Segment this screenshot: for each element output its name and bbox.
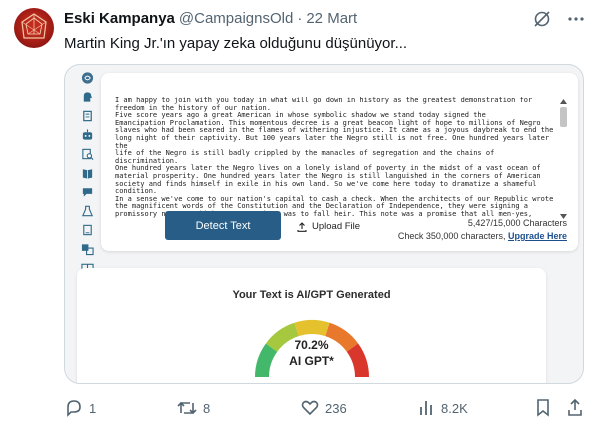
check-characters-line: Check 350,000 characters, Upgrade Here — [398, 231, 567, 241]
search-document-icon[interactable] — [81, 147, 94, 161]
check-characters-text: Check 350,000 characters, — [397, 231, 506, 241]
document-icon[interactable] — [81, 109, 94, 123]
ai-percentage: 70.2% — [294, 338, 329, 352]
translate-icon[interactable] — [81, 242, 94, 256]
like-action[interactable]: 236 — [300, 398, 347, 418]
bookmark-icon — [537, 399, 549, 417]
avatar[interactable] — [14, 8, 54, 48]
result-title: Your Text is AI/GPT Generated — [232, 289, 391, 301]
like-count: 236 — [325, 400, 347, 416]
essay-textbox[interactable]: I am happy to join with you today in wha… — [101, 73, 578, 251]
result-card: Your Text is AI/GPT Generated 70.2% AI G… — [77, 268, 546, 383]
reply-icon — [67, 400, 81, 417]
chat-icon[interactable] — [81, 185, 94, 199]
retweet-icon — [177, 401, 197, 415]
author-handle[interactable]: @CampaignsOld — [179, 10, 293, 27]
share-icon — [568, 398, 582, 416]
tweet-top-actions — [532, 9, 586, 34]
retweet-count: 8 — [203, 400, 211, 416]
upload-icon — [297, 221, 307, 232]
tweet-date[interactable]: 22 Mart — [306, 10, 357, 27]
tweet-header: Eski Kampanya @CampaignsOld · 22 Mart — [64, 10, 357, 27]
upload-file-button[interactable]: Upload File — [297, 221, 360, 232]
book-icon[interactable] — [81, 166, 94, 180]
separator-dot: · — [297, 10, 303, 27]
avatar-image — [21, 13, 47, 39]
author-name[interactable]: Eski Kampanya — [64, 10, 175, 27]
more-icon[interactable] — [566, 9, 586, 34]
upload-file-label: Upload File — [312, 221, 361, 232]
gauge-segment — [294, 320, 330, 337]
bookmark-action[interactable] — [534, 398, 552, 418]
views-count: 8.2K — [441, 400, 468, 416]
reply-count: 1 — [89, 400, 97, 416]
retweet-action[interactable]: 8 — [176, 398, 210, 418]
tweet-text: Martin King Jr.'ın yapay zeka olduğunu d… — [64, 35, 408, 52]
tweet-media-screenshot[interactable]: I am happy to join with you today in wha… — [64, 64, 584, 384]
reply-action[interactable]: 1 — [64, 398, 96, 418]
tool-sidebar — [75, 71, 99, 275]
grok-icon[interactable] — [532, 9, 552, 34]
tweet-action-bar: 1 8 236 8.2K — [64, 396, 586, 420]
detect-text-button[interactable]: Detect Text — [165, 211, 281, 240]
brain-icon[interactable] — [81, 71, 94, 85]
views-icon — [420, 401, 432, 415]
upgrade-link[interactable]: Upgrade Here — [508, 231, 567, 241]
ai-gpt-label: AI GPT* — [289, 354, 334, 368]
head-icon[interactable] — [81, 90, 94, 104]
essay-scrollbar[interactable] — [559, 97, 568, 221]
character-count: 5,427/15,000 Characters — [467, 218, 567, 228]
scrollbar-thumb[interactable] — [560, 107, 567, 127]
share-action[interactable] — [566, 398, 584, 418]
robot-icon[interactable] — [81, 128, 94, 142]
flask-icon[interactable] — [81, 204, 94, 218]
like-icon — [301, 400, 319, 416]
views-action[interactable]: 8.2K — [418, 398, 468, 418]
essay-text[interactable]: I am happy to join with you today in wha… — [115, 97, 559, 223]
paper-icon[interactable] — [81, 223, 94, 237]
